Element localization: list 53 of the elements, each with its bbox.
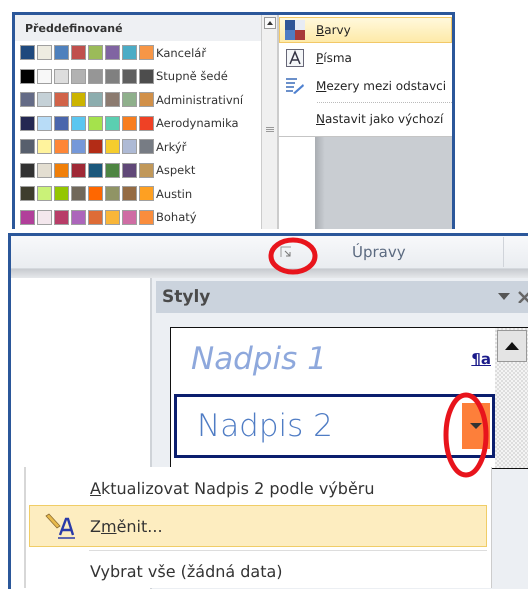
theme-option[interactable]: Kancelář — [15, 41, 261, 64]
color-grid-icon — [285, 20, 305, 40]
theme-name: Austin — [156, 186, 192, 201]
pane-title: Styly — [162, 287, 210, 307]
theme-option[interactable]: Aspekt — [15, 158, 261, 182]
menu-item-label: Písma — [316, 51, 352, 65]
scroll-up-icon[interactable] — [264, 17, 276, 29]
grip-icon — [266, 127, 274, 133]
style-item[interactable]: Nadpis 1 ¶a — [171, 328, 495, 390]
dialog-launcher-icon[interactable] — [280, 246, 292, 258]
dropdown-icon[interactable] — [498, 293, 510, 301]
context-menu-label: Vybrat vše (žádná data) — [90, 562, 283, 580]
scrollbar[interactable] — [261, 15, 278, 229]
pencil-letter-icon — [44, 513, 76, 539]
context-menu-item[interactable]: Změnit... — [29, 505, 487, 547]
style-name: Nadpis 2 — [197, 408, 333, 444]
caret-icon — [504, 342, 518, 350]
theme-name: Arkýř — [156, 140, 186, 154]
style-item[interactable]: Nadpis 2 — [174, 394, 495, 458]
theme-option[interactable]: Stupně šedé — [15, 64, 261, 88]
theme-option[interactable]: Austin — [15, 182, 261, 206]
theme-option[interactable]: Arkýř — [15, 135, 261, 158]
close-icon[interactable] — [518, 291, 528, 303]
theme-name: Bohatý — [156, 210, 197, 224]
caret-icon — [470, 422, 482, 430]
context-menu-label: Změnit... — [90, 516, 163, 536]
menu-item-label: Barvy — [316, 23, 351, 37]
menu-item[interactable]: Barvy — [279, 17, 452, 43]
menu-item-label: Nastavit jako výchozí — [316, 112, 444, 126]
context-menu-item[interactable]: Aktualizovat Nadpis 2 podle výběru — [29, 471, 487, 505]
theme-name: Administrativní — [156, 92, 244, 107]
theme-option[interactable]: Bohatý — [15, 206, 261, 229]
highlight-circle — [268, 237, 318, 275]
theme-option[interactable]: Administrativní — [15, 88, 261, 112]
theme-name: Aspekt — [156, 163, 196, 178]
theme-name: Aerodynamika — [156, 116, 239, 130]
context-menu-label: Aktualizovat Nadpis 2 podle výběru — [90, 478, 374, 498]
paragraph-spacing-icon — [285, 77, 305, 95]
menu-item[interactable]: Písma — [279, 45, 452, 71]
style-name: Nadpis 1 — [191, 341, 327, 377]
menu-item[interactable]: Mezery mezi odstavci — [279, 73, 452, 99]
group-label: Úpravy — [352, 243, 406, 261]
scrollbar[interactable] — [495, 328, 528, 468]
paragraph-style-mark: ¶a — [471, 350, 491, 368]
menu-item[interactable]: Nastavit jako výchozí — [279, 106, 452, 132]
font-icon — [286, 49, 304, 67]
theme-name: Stupně šedé — [156, 69, 228, 84]
menu-item-label: Mezery mezi odstavci — [316, 79, 446, 93]
theme-name: Kancelář — [156, 46, 206, 60]
gallery-header: Předdefinované — [15, 15, 261, 41]
scroll-up-button[interactable] — [496, 330, 526, 362]
theme-option[interactable]: Aerodynamika — [15, 112, 261, 135]
context-menu-item[interactable]: Vybrat vše (žádná data) — [29, 554, 487, 588]
